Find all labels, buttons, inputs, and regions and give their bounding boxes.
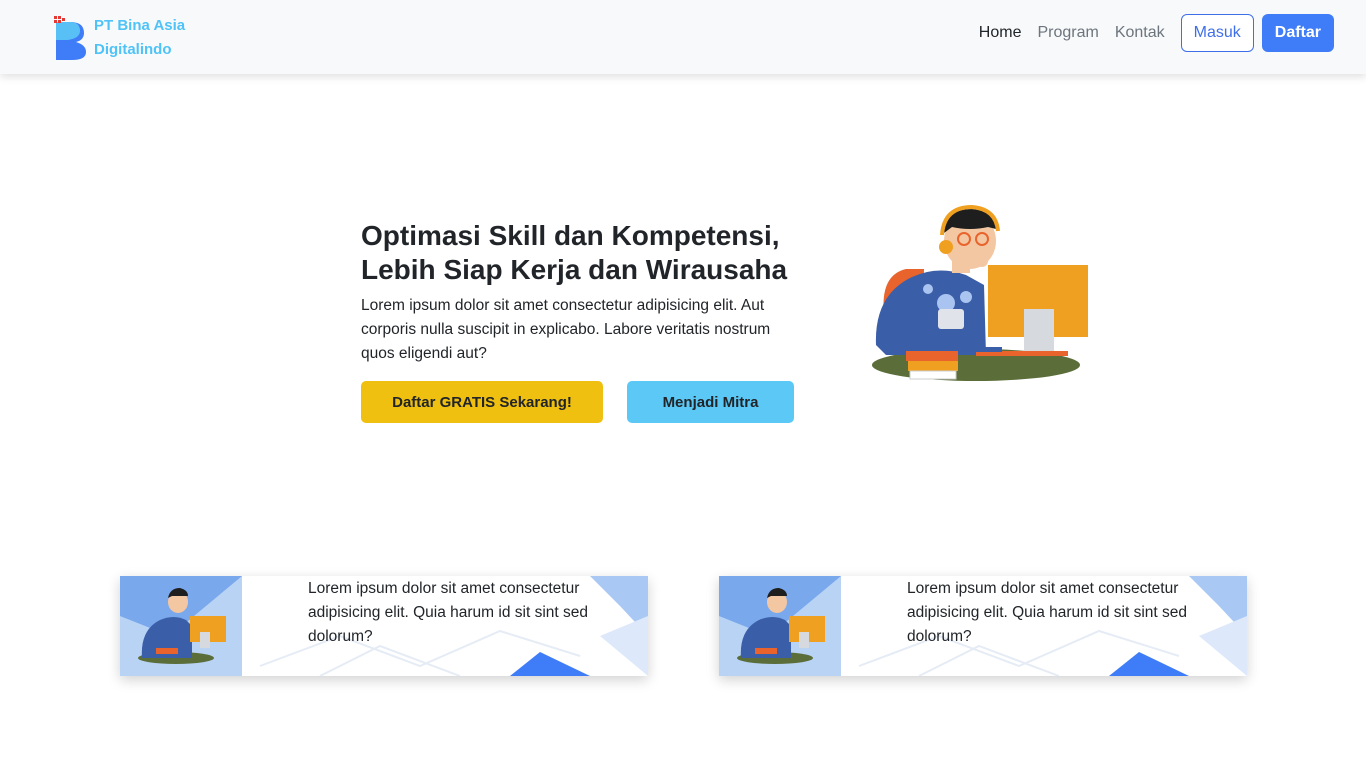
register-button[interactable]: Daftar: [1261, 14, 1334, 52]
nav-link-kontak[interactable]: Kontak: [1115, 24, 1165, 42]
nav-links: Home Program Kontak Masuk Daftar: [963, 14, 1334, 52]
brand-logo-icon: [54, 16, 86, 60]
brand-line-1: PT Bina Asia: [94, 17, 186, 34]
brand-line-2: Digitalindo: [94, 41, 172, 58]
info-card[interactable]: Lorem ipsum dolor sit amet consectetur a…: [120, 576, 648, 676]
card-text: Lorem ipsum dolor sit amet consectetur a…: [907, 580, 1187, 645]
hero-title-line-2: Lebih Siap Kerja dan Wirausaha: [361, 254, 788, 285]
register-free-button[interactable]: Daftar GRATIS Sekarang!: [361, 381, 603, 423]
login-button[interactable]: Masuk: [1180, 14, 1254, 52]
info-card[interactable]: Lorem ipsum dolor sit amet consectetur a…: [719, 576, 1247, 676]
card-text: Lorem ipsum dolor sit amet consectetur a…: [308, 580, 588, 645]
hero-description: Lorem ipsum dolor sit amet consectetur a…: [361, 297, 771, 362]
card-illustration: [120, 576, 242, 676]
brand[interactable]: PT Bina Asia Digitalindo: [52, 14, 185, 62]
become-partner-button[interactable]: Menjadi Mitra: [627, 381, 794, 423]
navbar: PT Bina Asia Digitalindo Home Program Ko…: [0, 0, 1366, 74]
card-illustration: [719, 576, 841, 676]
hero-illustration: [872, 205, 1088, 381]
hero-title-line-1: Optimasi Skill dan Kompetensi,: [361, 220, 780, 251]
hero-title: Optimasi Skill dan Kompetensi, Lebih Sia…: [361, 219, 821, 287]
nav-link-home[interactable]: Home: [979, 24, 1022, 42]
brand-name: PT Bina Asia Digitalindo: [94, 14, 185, 62]
nav-link-program[interactable]: Program: [1037, 24, 1098, 42]
